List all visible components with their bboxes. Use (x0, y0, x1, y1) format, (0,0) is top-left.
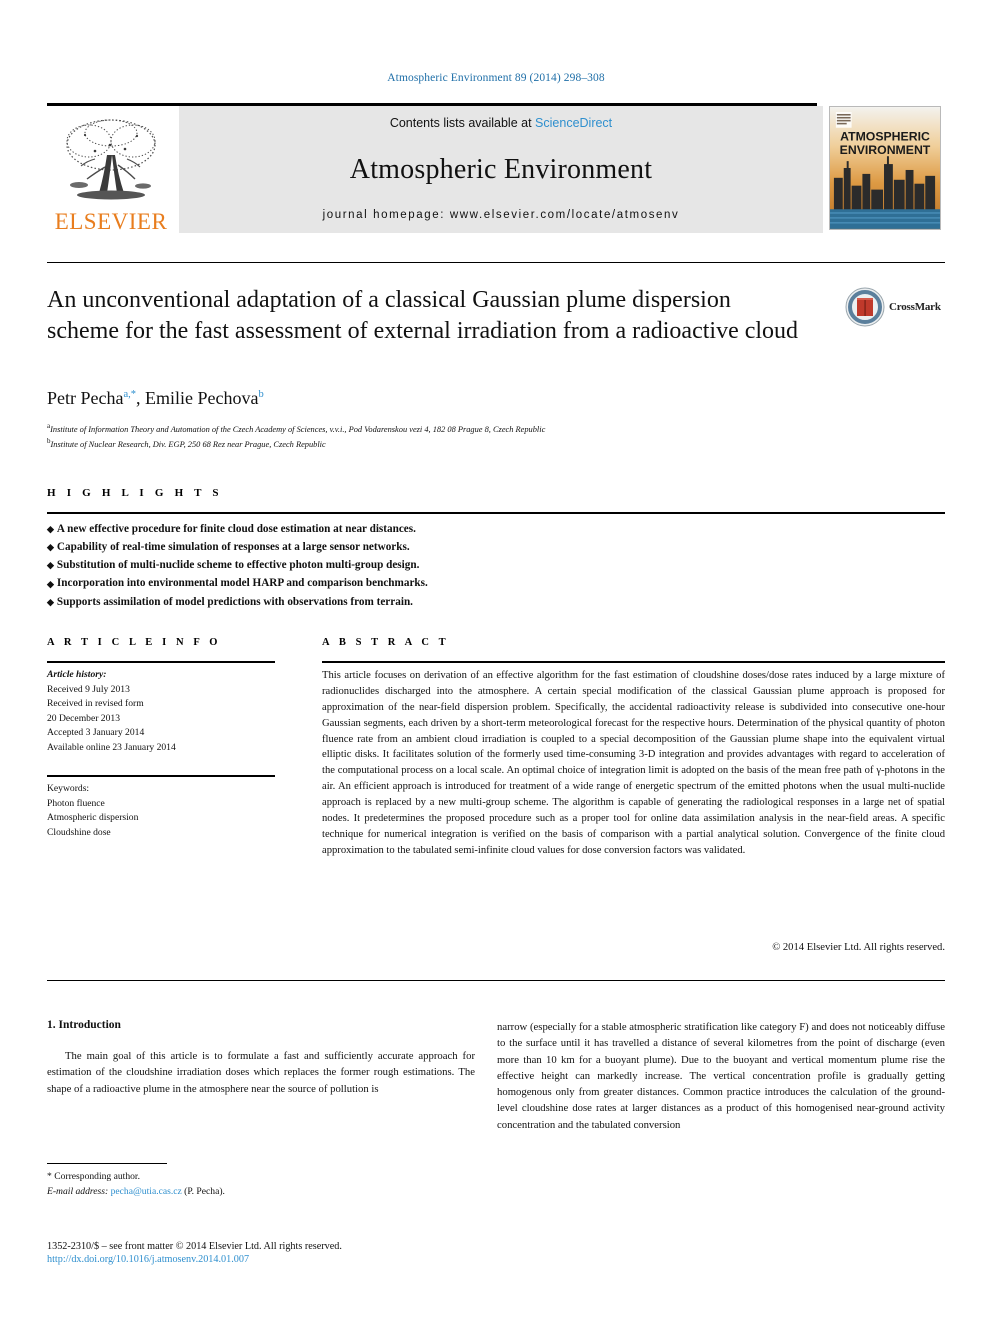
journal-title: Atmospheric Environment (349, 153, 653, 185)
highlight-item: ◆ Capability of real-time simulation of r… (47, 541, 410, 554)
affiliation-list: aInstitute of Information Theory and Aut… (47, 421, 945, 451)
highlights-list: ◆ A new effective procedure for finite cl… (47, 520, 945, 611)
body-column-left: The main goal of this article is to form… (47, 1050, 475, 1095)
issn-copyright-line: 1352-2310/$ – see front matter © 2014 El… (47, 1241, 342, 1252)
contents-available-line: Contents lists available at ScienceDirec… (390, 116, 612, 130)
journal-cover-thumbnail: ATMOSPHERIC ENVIRONMENT (829, 106, 945, 233)
highlight-item: ◆ Substitution of multi-nuclide scheme to… (47, 559, 420, 572)
section-heading-introduction: 1. Introduction (47, 1019, 121, 1031)
history-label: Article history: (47, 669, 107, 680)
elsevier-logo: ELSEVIER (47, 106, 175, 233)
svg-text:ATMOSPHERIC: ATMOSPHERIC (840, 130, 930, 144)
abstract-text: This article focuses on derivation of an… (322, 670, 945, 856)
sciencedirect-banner: Contents lists available at ScienceDirec… (179, 106, 823, 233)
author-separator: , (136, 388, 146, 408)
affiliation-b: bInstitute of Nuclear Research, Div. EGP… (47, 436, 326, 449)
history-item: Accepted 3 January 2014 (47, 727, 145, 739)
abstract-heading: A B S T R A C T (322, 637, 450, 648)
highlight-item: ◆ Supports assimilation of model predicti… (47, 595, 413, 608)
journal-masthead: ELSEVIER Contents lists available at Sci… (47, 103, 945, 233)
keyword-item: Cloudshine dose (47, 826, 111, 838)
highlight-item: ◆ A new effective procedure for finite cl… (47, 523, 416, 535)
sciencedirect-link[interactable]: ScienceDirect (535, 116, 612, 130)
author-2: Emilie Pechovab (145, 388, 264, 408)
article-info-heading: A R T I C L E I N F O (47, 637, 222, 648)
highlights-heading: H I G H L I G H T S (47, 487, 223, 499)
keyword-item: Atmospheric dispersion (47, 812, 139, 824)
footnote-rule (47, 1163, 167, 1164)
history-item: Received 9 July 2013 (47, 683, 130, 695)
crossmark-icon (845, 287, 885, 327)
crossmark-badge[interactable]: CrossMark (845, 284, 945, 330)
highlights-rule (47, 512, 945, 514)
keyword-item: Photon fluence (47, 797, 105, 809)
svg-text:ENVIRONMENT: ENVIRONMENT (840, 143, 931, 157)
contents-prefix: Contents lists available at (389, 116, 532, 130)
corresponding-author-note: * Corresponding author. (47, 1171, 140, 1182)
keywords-label: Keywords: (47, 783, 90, 794)
history-item: Available online 23 January 2014 (47, 741, 176, 753)
bullet-icon: ◆ (47, 596, 54, 607)
abstract-rule (322, 661, 945, 663)
abstract-copyright: © 2014 Elsevier Ltd. All rights reserved… (772, 942, 945, 953)
author-1: Petr Pechaa,* (47, 388, 137, 408)
email-label: E-mail address: (47, 1185, 109, 1197)
email-link[interactable]: pecha@utia.cas.cz (111, 1186, 182, 1197)
history-item: Received in revised form (47, 698, 144, 710)
elsevier-wordmark: ELSEVIER (54, 209, 168, 234)
title-separator-rule (47, 262, 945, 263)
crossmark-label: CrossMark (889, 301, 941, 313)
article-info-rule (47, 661, 275, 663)
history-item: 20 December 2013 (47, 712, 120, 724)
page-title: An unconventional adaptation of a classi… (47, 287, 799, 345)
bullet-icon: ◆ (47, 578, 54, 589)
body-column-right: narrow (especially for a stable atmosphe… (497, 1021, 945, 1131)
keywords-rule (47, 775, 275, 777)
bullet-icon: ◆ (47, 542, 54, 553)
footnote-block: * Corresponding author. E-mail address: … (47, 1170, 477, 1200)
journal-homepage-link[interactable]: journal homepage: www.elsevier.com/locat… (323, 209, 680, 221)
author-2-marks: b (258, 389, 264, 400)
elsevier-tree-icon (55, 115, 167, 211)
bullet-icon: ◆ (47, 524, 54, 535)
doi-link[interactable]: http://dx.doi.org/10.1016/j.atmosenv.201… (47, 1254, 547, 1265)
running-head: Atmospheric Environment 89 (2014) 298–30… (387, 72, 605, 84)
affiliation-a: aInstitute of Information Theory and Aut… (47, 422, 546, 434)
author-list: Petr Pechaa,*, Emilie Pechovab (47, 388, 847, 409)
article-first-page: Atmospheric Environment 89 (2014) 298–30… (0, 0, 992, 1323)
email-note: E-mail address: pecha@utia.cas.cz (P. Pe… (47, 1185, 477, 1200)
body-separator-rule (47, 980, 945, 981)
article-history: Article history: Received 9 July 2013 Re… (47, 668, 275, 755)
email-suffix: (P. Pecha). (184, 1185, 225, 1197)
bullet-icon: ◆ (47, 560, 54, 571)
author-1-marks: a,* (123, 389, 137, 400)
highlight-item: ◆ Incorporation into environmental model … (47, 577, 428, 590)
cover-image: ATMOSPHERIC ENVIRONMENT (829, 106, 941, 230)
keywords-block: Keywords: Photon fluence Atmospheric dis… (47, 782, 275, 840)
